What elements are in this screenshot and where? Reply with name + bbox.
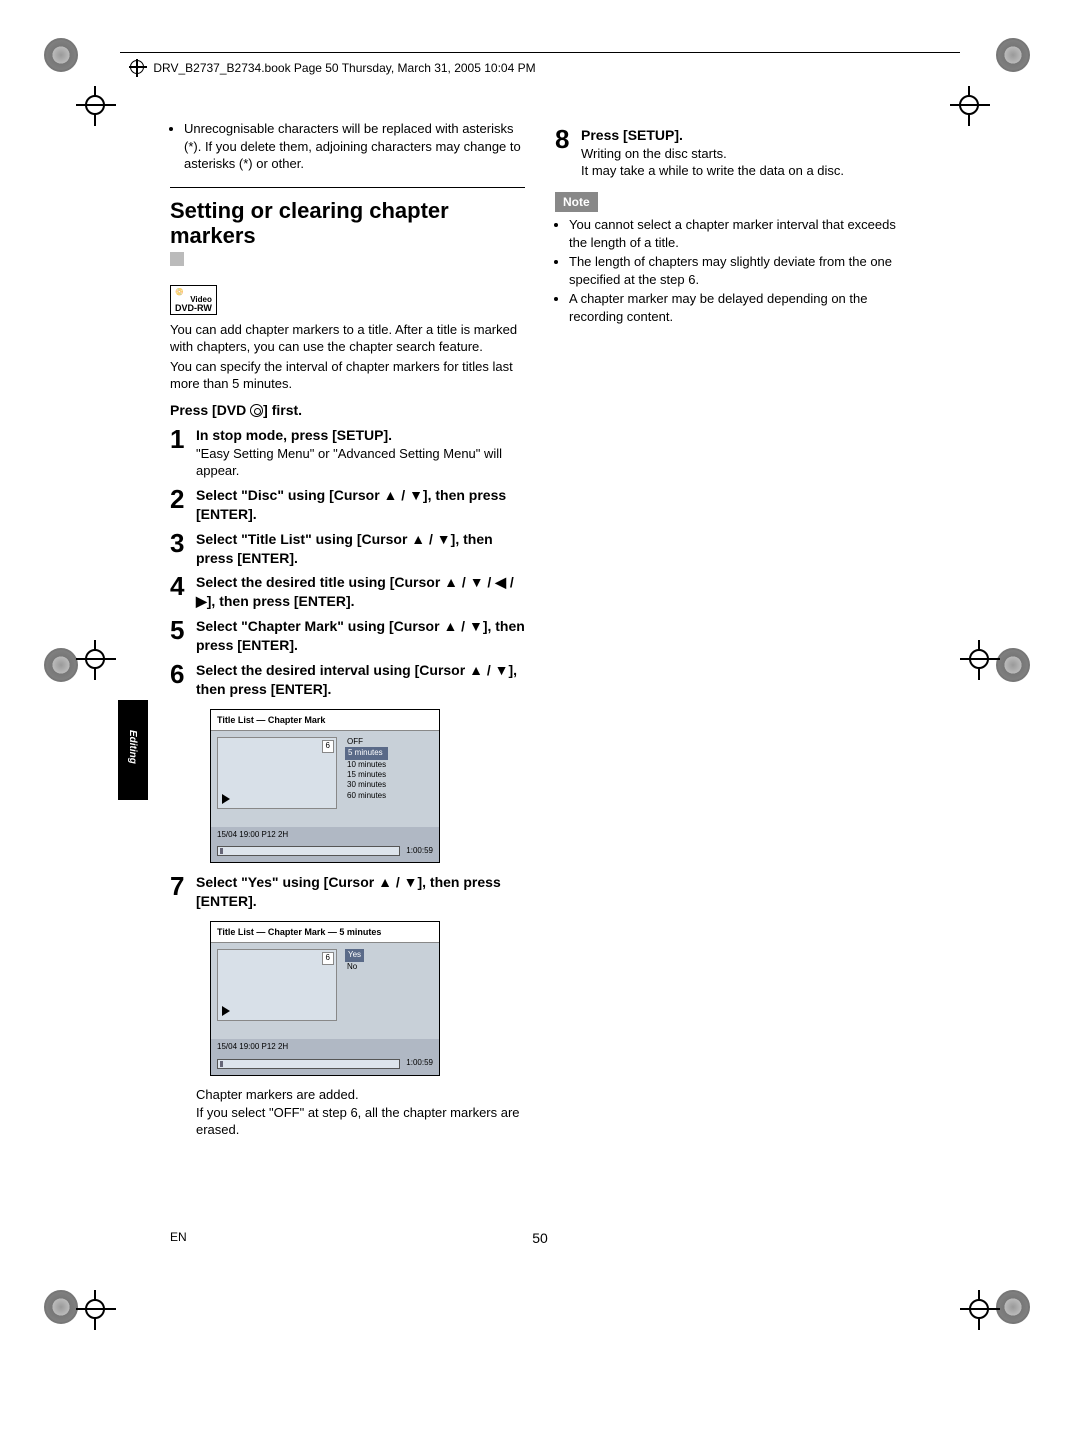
- reg-mark-tl: [44, 38, 78, 72]
- ui-screenshot-chapter-mark: Title List — Chapter Mark 6 OFF5 minutes…: [210, 709, 440, 864]
- scr2-title: Title List — Chapter Mark — 5 minutes: [211, 922, 439, 943]
- reg-mark-br: [996, 1290, 1030, 1324]
- crop-mark: [76, 86, 116, 126]
- disc-icon: [250, 404, 263, 417]
- step-7: 7Select "Yes" using [Cursor ▲ / ▼], then…: [170, 873, 525, 911]
- option-item: 5 minutes: [345, 747, 388, 759]
- option-item: 10 minutes: [345, 760, 388, 770]
- page-number: 50: [0, 1230, 1080, 1246]
- running-header: DRV_B2737_B2734.book Page 50 Thursday, M…: [130, 58, 536, 75]
- step-8-body1: Writing on the disc starts.: [581, 145, 910, 163]
- step-title: Select the desired title using [Cursor ▲…: [196, 573, 525, 611]
- option-item: 60 minutes: [345, 791, 388, 801]
- step-8-title: Press [SETUP].: [581, 126, 910, 145]
- note-item: You cannot select a chapter marker inter…: [569, 216, 910, 251]
- reg-mark-mr: [996, 648, 1030, 682]
- intro-p1: You can add chapter markers to a title. …: [170, 321, 525, 356]
- bullet-text: Unrecognisable characters will be replac…: [184, 120, 525, 173]
- scr2-progress: [217, 1059, 400, 1069]
- play-icon: [222, 1006, 230, 1016]
- step-num: 7: [170, 873, 196, 911]
- scr1-options: OFF5 minutes10 minutes15 minutes30 minut…: [345, 737, 388, 801]
- crop-mark: [960, 640, 1000, 680]
- crop-mark: [76, 1290, 116, 1330]
- option-item: Yes: [345, 949, 364, 961]
- scr2-thumb: 6: [217, 949, 337, 1021]
- scr2-time: 1:00:59: [406, 1058, 433, 1069]
- step-title: Select the desired interval using [Curso…: [196, 661, 525, 699]
- notes-list: You cannot select a chapter marker inter…: [555, 216, 910, 325]
- step-num: 6: [170, 661, 196, 699]
- option-item: OFF: [345, 737, 388, 747]
- header-text: DRV_B2737_B2734.book Page 50 Thursday, M…: [153, 61, 535, 75]
- section-rule: [170, 187, 525, 188]
- step-num: 2: [170, 486, 196, 524]
- side-tab-editing: Editing: [118, 700, 148, 800]
- step-title: Select "Yes" using [Cursor ▲ / ▼], then …: [196, 873, 525, 911]
- step-body-text: "Easy Setting Menu" or "Advanced Setting…: [196, 445, 525, 480]
- scr1-time: 1:00:59: [406, 846, 433, 857]
- crop-mark: [76, 640, 116, 680]
- note-item: The length of chapters may slightly devi…: [569, 253, 910, 288]
- step-num: 4: [170, 573, 196, 611]
- step-num: 1: [170, 426, 196, 480]
- reg-mark-bl: [44, 1290, 78, 1324]
- scr2-options: YesNo: [345, 949, 364, 972]
- step-title: Select "Disc" using [Cursor ▲ / ▼], then…: [196, 486, 525, 524]
- header-rule: [120, 52, 960, 53]
- scr1-thumb: 6: [217, 737, 337, 809]
- intro-bullet: Unrecognisable characters will be replac…: [170, 120, 525, 173]
- dvd-rw-badge: 📀 Video DVD-RW: [170, 285, 217, 315]
- note-item: A chapter marker may be delayed dependin…: [569, 290, 910, 325]
- ui-screenshot-confirm: Title List — Chapter Mark — 5 minutes 6 …: [210, 921, 440, 1076]
- scr1-foot: 15/04 19:00 P12 2H: [211, 827, 439, 844]
- scr2-thumb-num: 6: [322, 952, 334, 965]
- reg-mark-tr: [996, 38, 1030, 72]
- after-scr2-b: If you select "OFF" at step 6, all the c…: [196, 1104, 525, 1139]
- option-item: 30 minutes: [345, 780, 388, 790]
- scr1-thumb-num: 6: [322, 740, 334, 753]
- step-6: 6Select the desired interval using [Curs…: [170, 661, 525, 699]
- step-8-num: 8: [555, 126, 581, 180]
- step-title: In stop mode, press [SETUP].: [196, 426, 525, 445]
- section-marker: [170, 252, 184, 266]
- scr2-foot: 15/04 19:00 P12 2H: [211, 1039, 439, 1056]
- step-title: Select "Chapter Mark" using [Cursor ▲ / …: [196, 617, 525, 655]
- step-5: 5Select "Chapter Mark" using [Cursor ▲ /…: [170, 617, 525, 655]
- step-num: 3: [170, 530, 196, 568]
- step-8-body2: It may take a while to write the data on…: [581, 162, 910, 180]
- section-heading: Setting or clearing chapter markers: [170, 198, 525, 249]
- scr1-progress: [217, 846, 400, 856]
- step-4: 4Select the desired title using [Cursor …: [170, 573, 525, 611]
- intro-p2: You can specify the interval of chapter …: [170, 358, 525, 393]
- step-num: 5: [170, 617, 196, 655]
- step-title: Select "Title List" using [Cursor ▲ / ▼]…: [196, 530, 525, 568]
- step-3: 3Select "Title List" using [Cursor ▲ / ▼…: [170, 530, 525, 568]
- step-2: 2Select "Disc" using [Cursor ▲ / ▼], the…: [170, 486, 525, 524]
- option-item: No: [345, 962, 364, 972]
- press-dvd-first: Press [DVD ] first.: [170, 401, 525, 420]
- reg-mark-ml: [44, 648, 78, 682]
- note-badge: Note: [555, 192, 598, 212]
- side-tab-label: Editing: [127, 730, 138, 764]
- play-icon: [222, 794, 230, 804]
- crop-mark: [950, 86, 990, 126]
- step-1: 1In stop mode, press [SETUP]."Easy Setti…: [170, 426, 525, 480]
- crop-mark: [960, 1290, 1000, 1330]
- scr1-title: Title List — Chapter Mark: [211, 710, 439, 731]
- after-scr2-a: Chapter markers are added.: [196, 1086, 525, 1104]
- option-item: 15 minutes: [345, 770, 388, 780]
- badge-line2: DVD-RW: [175, 303, 212, 313]
